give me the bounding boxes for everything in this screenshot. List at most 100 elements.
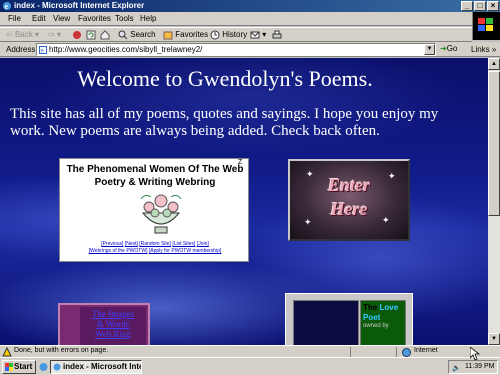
- svg-text:e: e: [5, 2, 9, 11]
- internet-zone-icon: [402, 348, 411, 357]
- history-icon: [210, 30, 220, 40]
- ie-icon: [53, 363, 61, 371]
- webring-banner[interactable]: The Phenomenal Women Of The Web Z Poetry…: [59, 158, 249, 262]
- banner-green-panel[interactable]: The Love Poet owned by: [360, 300, 406, 345]
- mail-button[interactable]: ▾: [250, 29, 266, 41]
- forward-button[interactable]: ⇨ ▾: [48, 29, 61, 41]
- window-title: index - Microsoft Internet Explorer: [14, 1, 145, 10]
- scroll-thumb[interactable]: [488, 71, 500, 216]
- address-label: Address: [6, 45, 36, 54]
- task-label: index - Microsoft Inte...: [63, 362, 142, 371]
- webring-next-link[interactable]: [Next]: [125, 241, 138, 247]
- menu-edit[interactable]: Edit: [32, 14, 46, 23]
- taskbar: Start index - Microsoft Inte... 🔈 11:39 …: [0, 357, 500, 375]
- menu-tools[interactable]: Tools: [115, 14, 134, 23]
- enter-here-button[interactable]: Enter Here ✦ ✦ ✦ ✦: [288, 159, 410, 241]
- webring-list-link[interactable]: [List Sites]: [172, 241, 195, 247]
- ie-icon: e: [3, 2, 11, 11]
- webring-join-link[interactable]: [Join]: [197, 241, 209, 247]
- sparkle-icon: ✦: [382, 215, 390, 225]
- status-bar: Done, but with errors on page. Internet: [0, 345, 500, 357]
- menu-help[interactable]: Help: [140, 14, 156, 23]
- menu-view[interactable]: View: [53, 14, 70, 23]
- webring-nav: [Previous] [Next] [Random Site] [List Si…: [60, 241, 250, 255]
- refresh-icon: [86, 30, 96, 40]
- webring-previous-link[interactable]: [Previous]: [101, 241, 123, 247]
- mouse-cursor-icon: [470, 347, 480, 361]
- refresh-button[interactable]: [86, 29, 96, 41]
- search-icon: [118, 30, 128, 40]
- start-button[interactable]: Start: [2, 360, 36, 374]
- history-button[interactable]: History: [210, 29, 247, 41]
- minimize-button[interactable]: _: [461, 1, 473, 11]
- banner-dark-panel: [293, 300, 359, 345]
- close-button[interactable]: ×: [487, 1, 499, 11]
- menu-favorites[interactable]: Favorites: [78, 14, 111, 23]
- back-label: Back: [14, 30, 33, 39]
- menu-file[interactable]: File: [8, 14, 21, 23]
- maximize-button[interactable]: □: [474, 1, 486, 11]
- webring-title: The Phenomenal Women Of The Web: [66, 164, 244, 175]
- windows-flag-icon: [478, 18, 493, 31]
- clock[interactable]: 11:39 PM: [465, 361, 494, 373]
- status-divider: [350, 347, 351, 357]
- intro-text: This site has all of my poems, quotes an…: [10, 106, 439, 139]
- home-icon: [100, 30, 110, 40]
- stop-button[interactable]: [72, 29, 82, 41]
- webring-webrings-link[interactable]: [Webrings of the PWOTW]: [89, 248, 148, 254]
- banner-line-3[interactable]: Web Ring: [80, 329, 146, 339]
- address-url: http://www.geocities.com/sibyll_trelawne…: [49, 45, 203, 54]
- print-icon: [272, 30, 282, 39]
- flower-basket-icon: [140, 194, 182, 234]
- menu-bar: File Edit View Favorites Tools Help: [0, 12, 500, 26]
- page-viewport: Welcome to Gwendolyn's Poems. This site …: [0, 58, 488, 345]
- go-arrow-icon: ➜: [440, 44, 447, 53]
- banner-word-love[interactable]: Love: [379, 303, 398, 312]
- taskbar-window-button[interactable]: index - Microsoft Inte...: [50, 360, 142, 374]
- favorites-button[interactable]: Favorites: [163, 29, 208, 41]
- status-zone: Internet: [414, 347, 438, 354]
- address-input[interactable]: e http://www.geocities.com/sibyll_trelaw…: [36, 43, 436, 56]
- webring-apply-link[interactable]: [Apply for PWOTW membership]: [149, 248, 222, 254]
- page-icon: e: [39, 46, 47, 54]
- windows-flag-icon: [5, 363, 13, 371]
- quicklaunch-ie-icon[interactable]: [39, 362, 48, 372]
- volume-icon[interactable]: 🔈: [452, 363, 461, 375]
- go-button[interactable]: ➜Go: [440, 44, 457, 53]
- start-label: Start: [14, 362, 33, 371]
- sparkle-icon: ✦: [388, 171, 396, 181]
- banner-owner: owned by: [363, 323, 389, 329]
- banner-line-2[interactable]: & Words: [80, 319, 146, 329]
- scroll-down-icon[interactable]: ▼: [488, 333, 500, 345]
- search-label: Search: [130, 30, 156, 39]
- forward-arrow-icon: ⇨: [48, 30, 55, 39]
- error-warning-icon[interactable]: [2, 347, 12, 357]
- status-text: Done, but with errors on page.: [14, 347, 109, 354]
- banner-inner: The Images & Words Web Ring: [80, 307, 146, 345]
- home-button[interactable]: [100, 29, 110, 41]
- search-button[interactable]: Search: [118, 29, 156, 41]
- print-button[interactable]: [272, 29, 282, 41]
- images-words-webring-banner[interactable]: The Images & Words Web Ring: [58, 303, 150, 345]
- address-dropdown-icon[interactable]: ▼: [424, 44, 435, 55]
- links-button[interactable]: Links »: [471, 45, 496, 54]
- favorites-icon: [163, 31, 173, 40]
- sparkle-icon: ✦: [306, 169, 314, 179]
- stop-icon: [73, 30, 81, 39]
- back-button[interactable]: ⇦ Back ▾: [6, 29, 39, 41]
- vertical-scrollbar[interactable]: ▲ ▼: [488, 58, 500, 345]
- links-label: Links: [471, 45, 490, 54]
- go-label: Go: [446, 44, 458, 53]
- webring-random-link[interactable]: [Random Site]: [139, 241, 171, 247]
- webring-superscript: Z: [238, 159, 243, 166]
- banner-heading: The Love: [363, 303, 398, 312]
- history-label: History: [222, 30, 248, 39]
- mail-icon: [250, 31, 260, 39]
- banner-line-1[interactable]: The Images: [80, 309, 146, 319]
- banner-word-poet[interactable]: Poet: [363, 313, 380, 322]
- address-bar: Address e http://www.geocities.com/sibyl…: [0, 42, 500, 57]
- banner-word-the: The: [363, 303, 378, 312]
- scroll-up-icon[interactable]: ▲: [488, 58, 500, 70]
- system-tray: 🔈 11:39 PM: [448, 360, 498, 374]
- standard-toolbar: ⇦ Back ▾ ⇨ ▾ Search Favorites History ▾: [0, 27, 472, 42]
